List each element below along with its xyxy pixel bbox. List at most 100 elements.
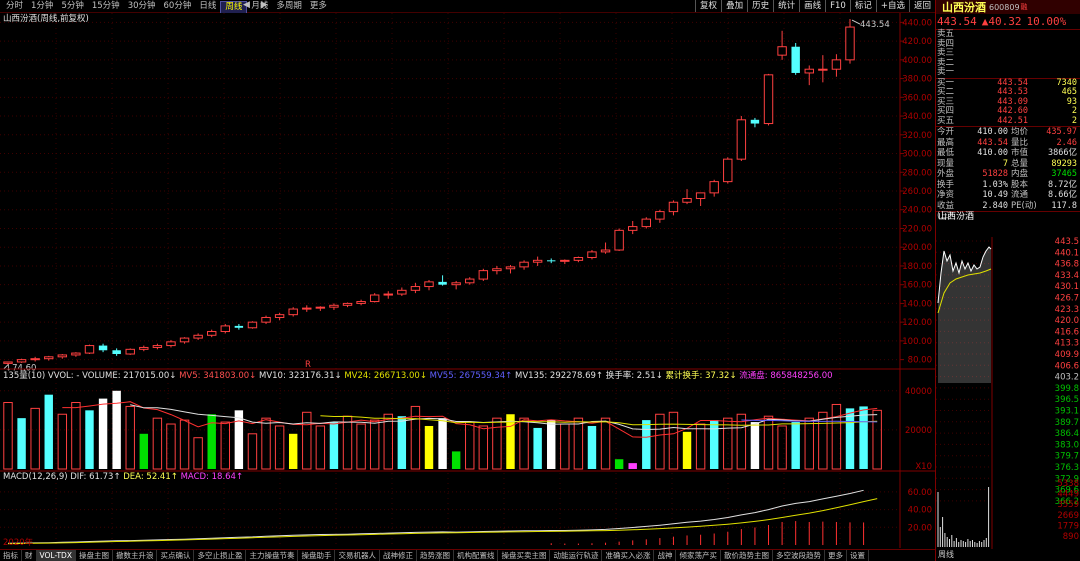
tool-button[interactable]: F10	[825, 0, 850, 12]
indicator-tab[interactable]: 操盘买卖主图	[498, 550, 551, 561]
order-row[interactable]: 卖一	[936, 67, 1080, 78]
candle-body[interactable]	[723, 158, 733, 183]
candle-body[interactable]	[206, 331, 217, 336]
candle-body[interactable]	[16, 359, 27, 363]
candle-body[interactable]	[465, 278, 475, 284]
candle-body[interactable]	[777, 46, 787, 56]
tool-button[interactable]: 画线	[799, 0, 825, 12]
indicator-tab[interactable]: 准确买入必涨	[602, 550, 655, 561]
candle-body[interactable]	[668, 201, 679, 213]
candle-body[interactable]	[695, 192, 706, 199]
tool-button[interactable]: 标记	[849, 0, 876, 12]
candle-body[interactable]	[71, 352, 81, 356]
intraday-mini-chart[interactable]: 443.5440.1 436.8433.4430.1 426.7423.3420.0…	[936, 237, 1080, 549]
indicator-tab[interactable]: 机构配置线	[454, 550, 499, 561]
indicator-tab[interactable]: 散价趋势主图	[721, 550, 773, 561]
candle-body[interactable]	[573, 257, 584, 261]
candle-body[interactable]	[547, 260, 556, 262]
candle-body[interactable]	[112, 350, 121, 355]
candle-body[interactable]	[383, 293, 393, 296]
candle-body[interactable]	[478, 270, 489, 280]
candle-body[interactable]	[451, 282, 461, 286]
candle-body[interactable]	[193, 334, 203, 339]
indicator-tab[interactable]: VOL-TDX	[36, 550, 76, 561]
tool-button[interactable]: 历史	[747, 0, 773, 12]
candle-body[interactable]	[44, 356, 54, 360]
candle-body[interactable]	[356, 301, 366, 304]
candle-body[interactable]	[410, 286, 421, 291]
order-row[interactable]: 买五 442.51 2	[936, 116, 1080, 127]
candle-body[interactable]	[98, 345, 108, 351]
candle-body[interactable]	[519, 261, 529, 268]
candle-body[interactable]	[600, 249, 611, 253]
candle-body[interactable]	[329, 304, 339, 308]
candle-body[interactable]	[505, 266, 516, 270]
candle-body[interactable]	[30, 358, 40, 361]
candle-body[interactable]	[57, 354, 68, 358]
tool-button[interactable]: 返回	[908, 0, 935, 12]
candle-body[interactable]	[369, 294, 380, 303]
candle-body[interactable]	[709, 181, 719, 194]
indicator-tab[interactable]: 趋势涨图	[417, 550, 454, 561]
indicator-tab[interactable]: 财	[22, 550, 37, 561]
candle-body[interactable]	[845, 26, 855, 61]
indicator-tab[interactable]: 倾家荡产买	[676, 550, 721, 561]
indicator-tab[interactable]: 指标	[0, 550, 22, 561]
indicator-tab[interactable]: 主力操盘节奏	[246, 550, 299, 561]
tool-button[interactable]: 统计	[773, 0, 799, 12]
candle-body[interactable]	[627, 226, 638, 231]
order-row[interactable]: 卖四	[936, 39, 1080, 50]
candle-body[interactable]	[247, 321, 258, 329]
candle-body[interactable]	[166, 341, 176, 347]
candle-body[interactable]	[125, 348, 135, 355]
indicator-tab[interactable]: 交易机器人	[335, 550, 380, 561]
indicator-tab[interactable]: 买点确认	[157, 550, 195, 561]
indicator-tab[interactable]: 多空波段趋势	[773, 550, 825, 561]
candle-body[interactable]	[791, 46, 800, 73]
order-row[interactable]: 卖三	[936, 48, 1080, 59]
indicator-tab[interactable]: 战神	[654, 550, 677, 561]
indicator-tab[interactable]: 战神修正	[380, 550, 417, 561]
candle-body[interactable]	[342, 302, 353, 306]
candle-body[interactable]	[139, 346, 149, 350]
candle-body[interactable]	[804, 68, 814, 74]
candle-body[interactable]	[736, 119, 747, 160]
candle-body[interactable]	[397, 289, 407, 295]
candle-body[interactable]	[179, 337, 190, 343]
candle-body[interactable]	[302, 307, 312, 310]
indicator-tab[interactable]: 操盘主图	[76, 550, 113, 561]
candle-body[interactable]	[763, 74, 774, 125]
candle-body[interactable]	[682, 197, 692, 203]
kline-svg[interactable]: 440.00 420.00 400.00 380.00 360.00 340.00 320.…	[0, 13, 935, 548]
candle-body[interactable]	[152, 345, 163, 348]
candle-body[interactable]	[438, 281, 447, 285]
tool-button[interactable]: +自选	[875, 0, 909, 12]
candle-body[interactable]	[274, 314, 285, 318]
order-row[interactable]: 卖二	[936, 58, 1080, 69]
candle-body[interactable]	[641, 218, 652, 228]
indicator-tab[interactable]: 多空止损止盈	[194, 550, 247, 561]
candle-body[interactable]	[655, 211, 665, 220]
tool-button[interactable]: 叠加	[721, 0, 747, 12]
candle-body[interactable]	[288, 308, 298, 316]
candle-body[interactable]	[818, 68, 828, 71]
candle-body[interactable]	[261, 316, 271, 323]
candle-body[interactable]	[831, 59, 842, 70]
tool-button[interactable]: 复权	[695, 0, 721, 12]
candle-body[interactable]	[492, 268, 502, 272]
nav-arrows-icon[interactable]: ◀ ▶	[243, 0, 272, 10]
candle-body[interactable]	[750, 119, 760, 124]
candle-body[interactable]	[532, 259, 543, 263]
indicator-tab[interactable]: 设置	[847, 550, 869, 561]
indicator-tab[interactable]: 更多	[825, 550, 847, 561]
indicator-tab[interactable]: 操盘助手	[298, 550, 336, 561]
indicator-tab[interactable]: 动能运行轨迹	[550, 550, 603, 561]
candle-body[interactable]	[220, 325, 231, 333]
candle-body[interactable]	[234, 325, 244, 328]
candle-body[interactable]	[560, 259, 570, 262]
candle-body[interactable]	[315, 306, 326, 309]
candle-body[interactable]	[614, 229, 624, 251]
order-row[interactable]: 卖五	[936, 29, 1080, 40]
indicator-tab[interactable]: 撤数主升浪	[113, 550, 158, 561]
candle-body[interactable]	[424, 281, 434, 288]
